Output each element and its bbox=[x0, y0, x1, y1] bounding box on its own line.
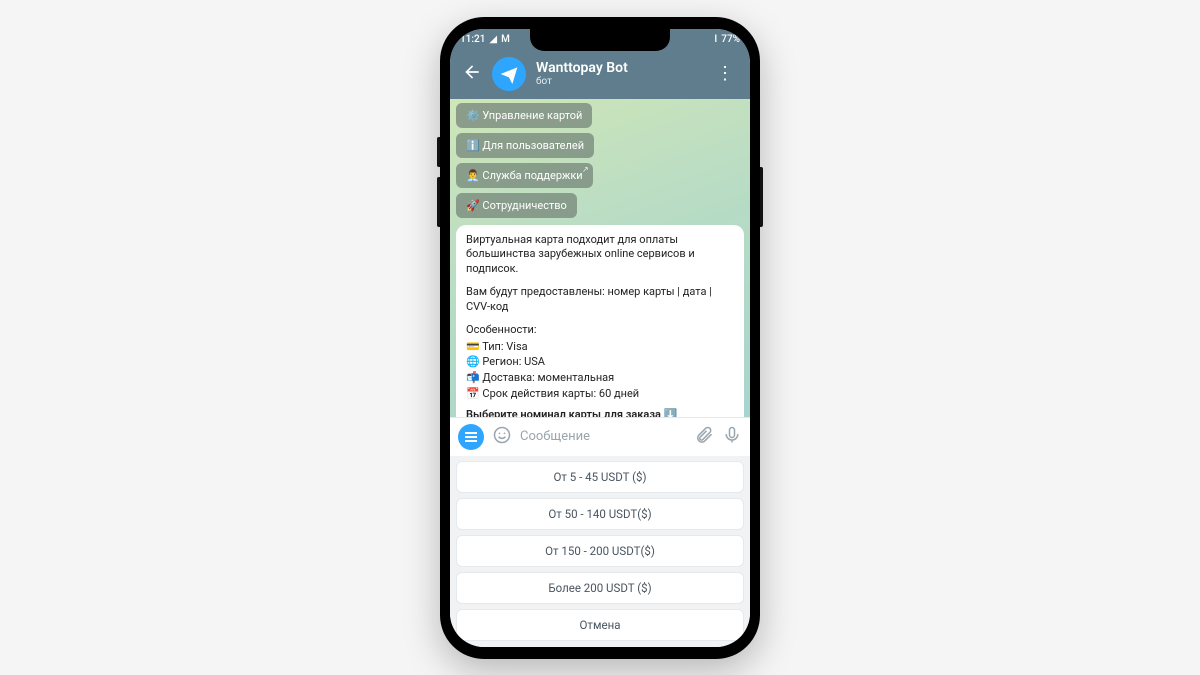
power-button bbox=[760, 167, 763, 227]
battery-label: 77% bbox=[721, 34, 740, 45]
bot-avatar[interactable] bbox=[492, 57, 526, 91]
message-input-row: Сообщение bbox=[450, 417, 750, 456]
chat-title: Wanttopay Bot bbox=[536, 60, 702, 76]
option-5-45[interactable]: От 5 - 45 USDT ($) bbox=[456, 461, 744, 493]
feature-line: 📬 Доставка: моментальная bbox=[466, 371, 734, 386]
option-200-plus[interactable]: Более 200 USDT ($) bbox=[456, 572, 744, 604]
bot-message-bubble: Виртуальная карта подходит для оплаты бо… bbox=[456, 225, 744, 417]
screen: 11:21 ◢ M I 77% Wanttopay Bot бот ⋮ ⚙ bbox=[450, 29, 750, 647]
inline-btn-support[interactable]: 👨‍💼 Служба поддержки↗ bbox=[456, 163, 593, 188]
inline-btn-for-users[interactable]: ℹ️ Для пользователей bbox=[456, 133, 594, 158]
feature-line: 🌐 Регион: USA bbox=[466, 355, 734, 370]
feature-line: 📅 Срок действия карты: 60 дней bbox=[466, 387, 734, 402]
inline-btn-label: ⚙️ Управление картой bbox=[466, 109, 582, 122]
notch bbox=[530, 29, 670, 51]
back-button[interactable] bbox=[462, 62, 482, 86]
chat-header: Wanttopay Bot бот ⋮ bbox=[450, 51, 750, 99]
more-button[interactable]: ⋮ bbox=[712, 63, 738, 84]
inline-btn-partnership[interactable]: 🚀 Сотрудничество bbox=[456, 193, 577, 218]
signal-icon: I bbox=[714, 34, 717, 45]
telegram-indicator-icon: ◢ bbox=[489, 34, 497, 45]
message-input[interactable]: Сообщение bbox=[520, 429, 686, 444]
option-cancel[interactable]: Отмена bbox=[456, 609, 744, 641]
inline-btn-manage-card[interactable]: ⚙️ Управление картой bbox=[456, 103, 592, 128]
external-link-icon: ↗ bbox=[582, 165, 589, 174]
select-prompt: Выберите номинал карты для заказа ⬇️ bbox=[466, 408, 734, 417]
option-50-140[interactable]: От 50 - 140 USDT($) bbox=[456, 498, 744, 530]
chat-body[interactable]: ⚙️ Управление картой ℹ️ Для пользователе… bbox=[450, 99, 750, 417]
sticker-button[interactable] bbox=[492, 425, 512, 449]
voice-button[interactable] bbox=[722, 425, 742, 449]
status-time: 11:21 bbox=[460, 34, 485, 45]
msg-paragraph: Виртуальная карта подходит для оплаты бо… bbox=[466, 233, 734, 278]
menu-button[interactable] bbox=[458, 424, 484, 450]
header-titles[interactable]: Wanttopay Bot бот bbox=[536, 60, 702, 88]
reply-keyboard: От 5 - 45 USDT ($) От 50 - 140 USDT($) О… bbox=[450, 456, 750, 647]
inline-btn-label: ℹ️ Для пользователей bbox=[466, 139, 584, 152]
hamburger-icon bbox=[465, 436, 477, 438]
attach-button[interactable] bbox=[694, 425, 714, 449]
status-net: M bbox=[501, 34, 510, 45]
features-title: Особенности: bbox=[466, 323, 734, 338]
inline-btn-label: 🚀 Сотрудничество bbox=[466, 199, 567, 212]
inline-btn-label: 👨‍💼 Служба поддержки bbox=[466, 169, 583, 182]
feature-line: 💳 Тип: Visa bbox=[466, 340, 734, 355]
phone-frame: 11:21 ◢ M I 77% Wanttopay Bot бот ⋮ ⚙ bbox=[440, 17, 760, 659]
chat-subtitle: бот bbox=[536, 76, 702, 88]
msg-paragraph: Вам будут предоставлены: номер карты | д… bbox=[466, 285, 734, 315]
option-150-200[interactable]: От 150 - 200 USDT($) bbox=[456, 535, 744, 567]
